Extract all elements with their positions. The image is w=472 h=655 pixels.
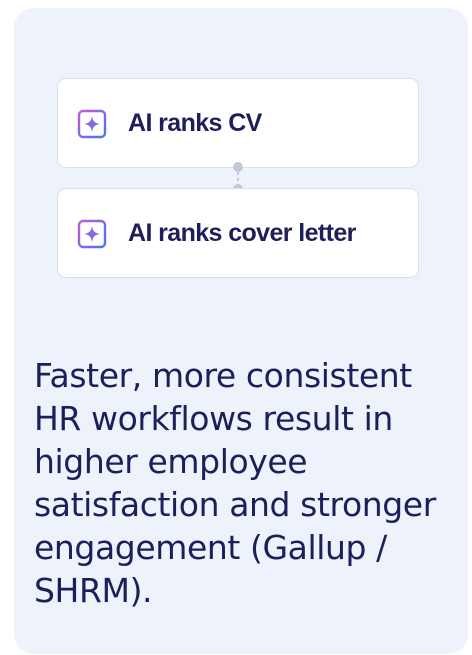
step-label: AI ranks CV [128,108,262,137]
step-label: AI ranks cover letter [128,218,356,247]
workflow-step-ai-ranks-cover-letter: AI ranks cover letter [57,188,419,278]
benefit-description: Faster, more consistent HR workflows res… [34,356,436,610]
workflow-step-ai-ranks-cv: AI ranks CV [57,78,419,168]
ai-sparkle-icon [77,219,107,249]
ai-sparkle-icon [77,109,107,139]
info-card: AI ranks CV AI ranks cover letter Faster… [14,8,468,654]
